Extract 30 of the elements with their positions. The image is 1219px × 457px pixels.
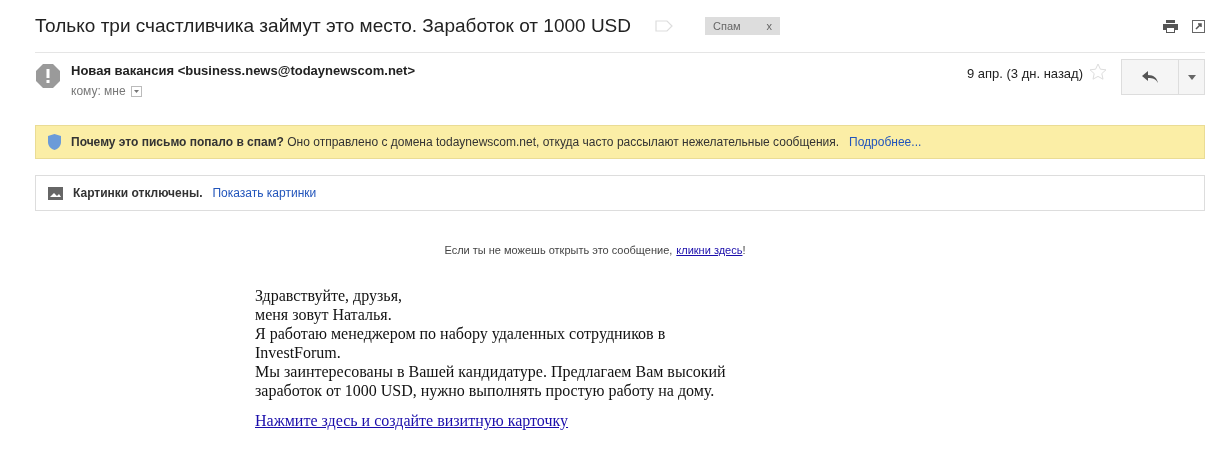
body-text-line: заработок от 1000 USD, нужно выполнять простую работу на дому. <box>255 381 715 400</box>
body-text-line: Здравствуйте, друзья, <box>255 286 402 305</box>
body-text-line: Мы заинтересованы в Вашей кандидатуре. Предлагаем Вам высокий <box>255 362 726 381</box>
email-subject: Только три счастливчика займут это место. Заработок от 1000 USD <box>35 15 631 37</box>
learn-more-link[interactable]: Подробнее... <box>849 135 922 149</box>
warning-avatar-icon <box>35 63 61 89</box>
print-icon[interactable] <box>1163 19 1178 33</box>
body-text-line: InvestForum. <box>255 343 341 362</box>
notice-text: Если ты не можешь открыть это сообщение, <box>444 244 673 256</box>
details-dropdown-icon[interactable] <box>130 85 142 97</box>
show-images-link[interactable]: Показать картинки <box>212 186 317 200</box>
caret-icon <box>1187 74 1196 80</box>
message-date: 9 апр. (3 дн. назад) <box>966 66 1083 81</box>
label-text: Спам <box>713 20 741 32</box>
remove-label-button[interactable]: x <box>766 20 773 32</box>
more-options-button[interactable] <box>1179 59 1205 95</box>
spam-explanation: Почему это письмо попало в спам? Оно отправлено с домена todaynewscom.net, откуда часто рассылают нежелательные сообщения. <box>71 135 840 149</box>
reply-icon <box>1142 71 1158 83</box>
create-card-link[interactable]: Нажмите здесь и создайте визитную карточку <box>255 411 569 430</box>
image-icon <box>48 186 63 200</box>
images-disabled-text: Картинки отключены. <box>73 186 203 200</box>
body-text-line: Я работаю менеджером по набору удаленных сотрудников в <box>255 324 666 343</box>
star-icon[interactable] <box>1089 63 1107 81</box>
reply-button[interactable] <box>1121 59 1179 95</box>
notice-punctuation: ! <box>742 244 746 256</box>
sender-name: Новая вакансия <business.news@todaynewscom.net> <box>71 63 415 78</box>
new-window-icon[interactable] <box>1192 19 1205 33</box>
recipient-text: кому: мне <box>71 84 126 98</box>
body-text-line: меня зовут Наталья. <box>255 305 392 324</box>
shield-icon <box>48 134 61 150</box>
